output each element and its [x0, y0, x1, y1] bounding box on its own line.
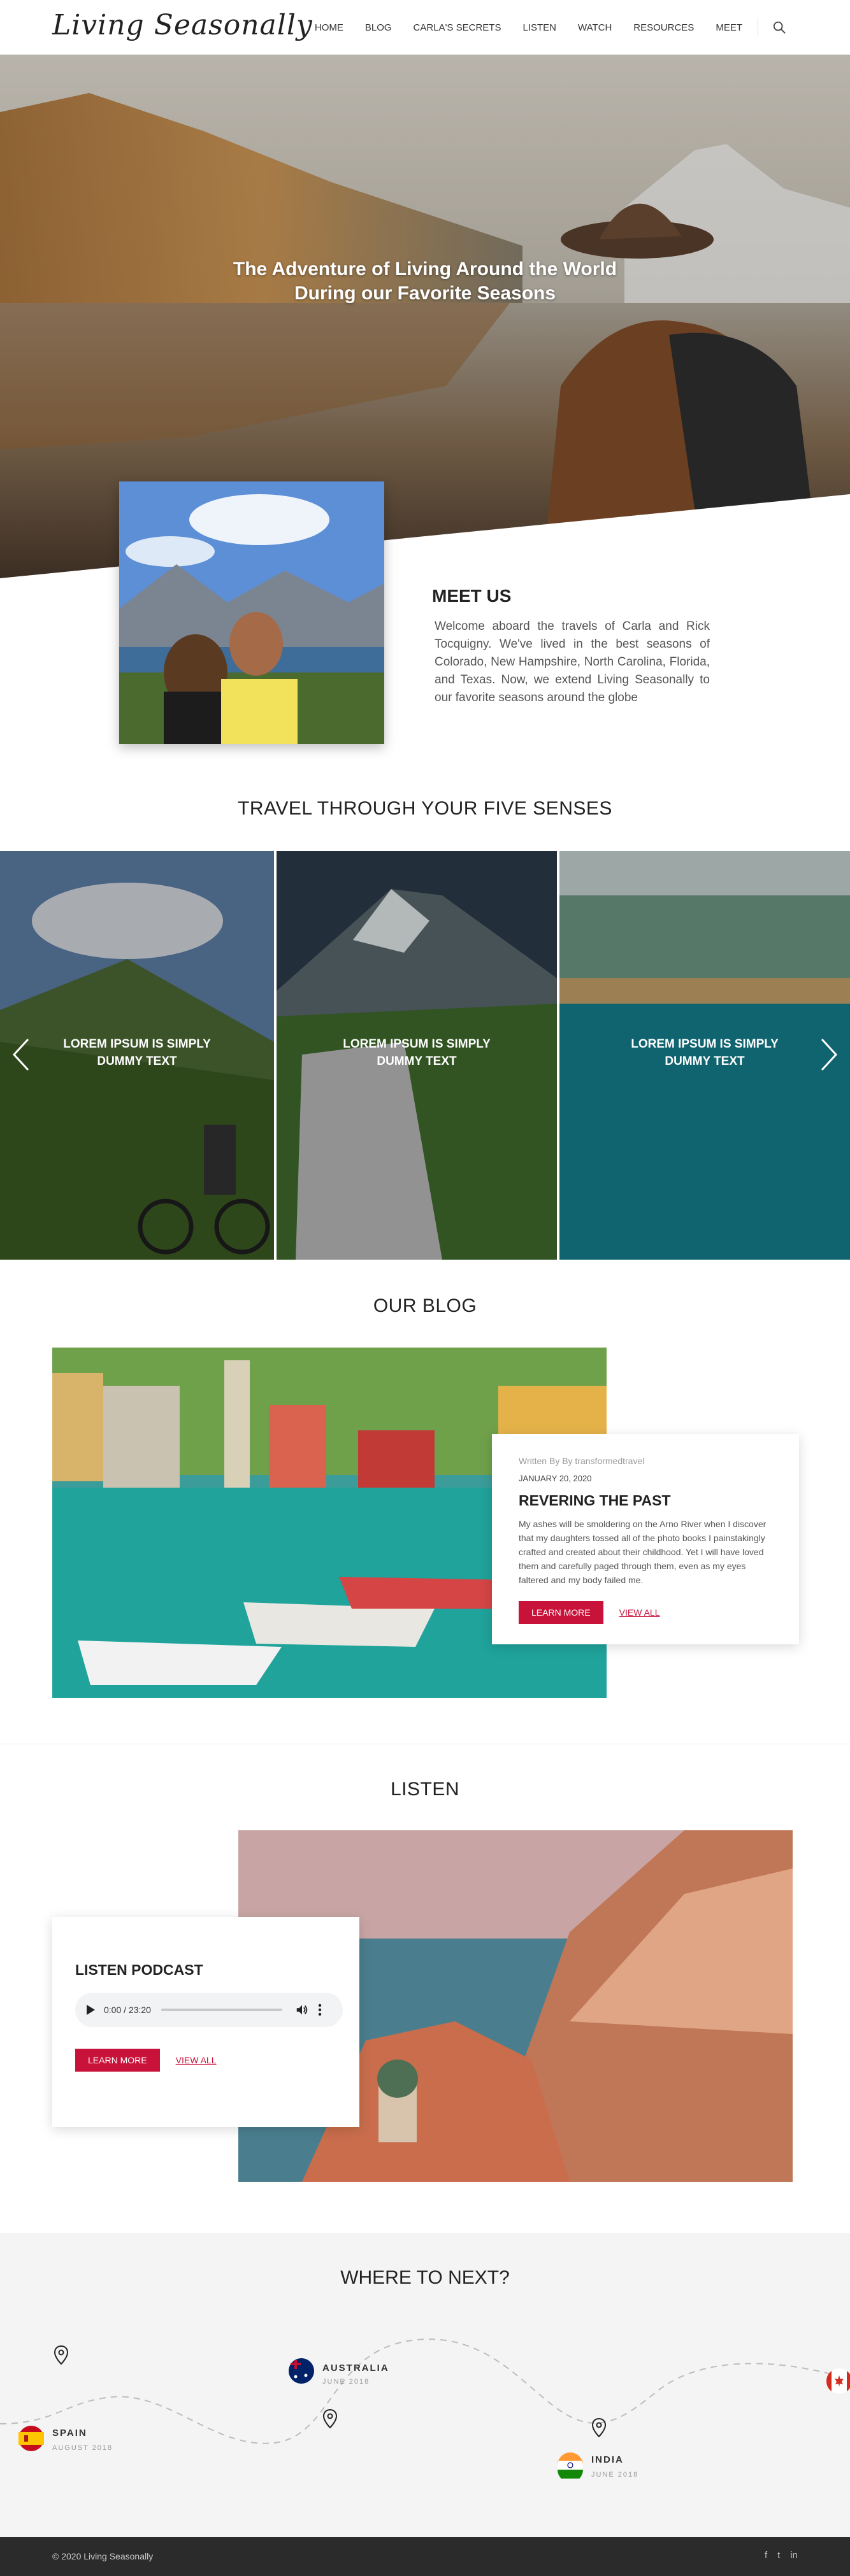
audio-progress-bar[interactable]	[161, 2009, 282, 2011]
site-logo[interactable]: Living Seasonally	[52, 9, 313, 41]
blog-post-title[interactable]: REVERING THE PAST	[519, 1492, 772, 1509]
australia-flag-icon	[289, 2358, 314, 2384]
canada-flag-icon	[826, 2368, 850, 2394]
facebook-icon[interactable]: f	[765, 2550, 767, 2561]
volume-icon[interactable]	[295, 2003, 309, 2017]
senses-slider: LOREM IPSUM IS SIMPLY DUMMY TEXT LOREM I…	[0, 851, 850, 1260]
destination-date: AUGUST 2018	[52, 2444, 113, 2452]
slide-caption-line2: DUMMY TEXT	[97, 1055, 177, 1068]
blog-view-all-link[interactable]: VIEW ALL	[619, 1607, 660, 1618]
main-nav: HOME BLOG CARLA'S SECRETS LISTEN WATCH R…	[293, 0, 786, 55]
twitter-icon[interactable]: t	[777, 2550, 780, 2561]
podcast-title: LISTEN PODCAST	[75, 1961, 203, 1978]
slide-caption: LOREM IPSUM IS SIMPLY DUMMY TEXT	[0, 1035, 274, 1070]
map-pin-icon[interactable]	[322, 2409, 338, 2429]
more-options-icon[interactable]	[318, 2003, 322, 2017]
site-header: Living Seasonally HOME BLOG CARLA'S SECR…	[0, 0, 850, 55]
nav-meet[interactable]: MEET	[716, 22, 742, 33]
listen-view-all-link[interactable]: VIEW ALL	[176, 2055, 217, 2065]
nav-watch[interactable]: WATCH	[578, 22, 612, 33]
destination-name: INDIA	[591, 2454, 624, 2465]
blog-learn-more-button[interactable]: LEARN MORE	[519, 1601, 603, 1624]
where-to-next-section: WHERE TO NEXT? SPAIN AUGUST 2018 AUSTRAL…	[0, 2233, 850, 2537]
nav-blog[interactable]: BLOG	[365, 22, 392, 33]
play-icon[interactable]	[87, 2005, 95, 2015]
map-pin-icon[interactable]	[591, 2417, 607, 2438]
travel-route	[0, 2338, 850, 2444]
listen-learn-more-button[interactable]: LEARN MORE	[75, 2049, 160, 2072]
slide-caption-line2: DUMMY TEXT	[665, 1055, 745, 1068]
site-footer: © 2020 Living Seasonally f t in	[0, 2537, 850, 2576]
blog-excerpt: My ashes will be smoldering on the Arno …	[519, 1519, 767, 1585]
destination-date: JUNE 2018	[591, 2471, 639, 2479]
destination-name: SPAIN	[52, 2428, 87, 2438]
destination-date: JUNE 2018	[322, 2378, 370, 2386]
audio-time: 0:00 / 23:20	[104, 2005, 151, 2015]
spain-flag-icon	[18, 2426, 44, 2451]
meet-us-heading: MEET US	[432, 586, 512, 606]
linkedin-icon[interactable]: in	[790, 2550, 798, 2561]
destination-name: AUSTRALIA	[322, 2363, 389, 2373]
slide-caption-line1: LOREM IPSUM IS SIMPLY	[631, 1037, 779, 1051]
slide-item[interactable]: LOREM IPSUM IS SIMPLY DUMMY TEXT	[559, 851, 850, 1260]
senses-title: TRAVEL THROUGH YOUR FIVE SENSES	[238, 798, 612, 819]
nav-home[interactable]: HOME	[315, 22, 343, 33]
india-flag-icon	[558, 2452, 583, 2479]
slide-caption: LOREM IPSUM IS SIMPLY DUMMY TEXT	[559, 1035, 850, 1070]
blog-actions: LEARN MORE VIEW ALL	[519, 1601, 772, 1624]
listen-card: LISTEN PODCAST 0:00 / 23:20 LEARN MORE V…	[52, 1917, 359, 2127]
meet-us-photo	[119, 481, 384, 744]
listen-title: LISTEN	[390, 1779, 460, 1800]
slide-item[interactable]: LOREM IPSUM IS SIMPLY DUMMY TEXT	[0, 851, 274, 1260]
nav-listen[interactable]: LISTEN	[522, 22, 556, 33]
footer-social-links: f t in	[754, 2550, 798, 2561]
hero-title-line2: During our Favorite Seasons	[294, 283, 556, 304]
map-pin-icon[interactable]	[54, 2345, 69, 2365]
nav-carlas-secrets[interactable]: CARLA'S SECRETS	[414, 22, 501, 33]
slide-caption: LOREM IPSUM IS SIMPLY DUMMY TEXT	[277, 1035, 557, 1070]
audio-player: 0:00 / 23:20	[75, 1993, 343, 2027]
meet-us-text: Welcome aboard the travels of Carla and …	[435, 620, 710, 704]
slide-item[interactable]: LOREM IPSUM IS SIMPLY DUMMY TEXT	[277, 851, 557, 1260]
blog-date: JANUARY 20, 2020	[519, 1474, 592, 1483]
slide-caption-line1: LOREM IPSUM IS SIMPLY	[63, 1037, 211, 1051]
search-icon[interactable]	[772, 20, 786, 34]
footer-copyright: © 2020 Living Seasonally	[52, 2551, 154, 2561]
listen-actions: LEARN MORE VIEW ALL	[75, 2049, 336, 2072]
slide-caption-line1: LOREM IPSUM IS SIMPLY	[343, 1037, 491, 1051]
blog-card: Written By By transformedtravel JANUARY …	[492, 1434, 799, 1644]
blog-title: OUR BLOG	[373, 1295, 477, 1316]
hero-title: The Adventure of Living Around the World…	[0, 257, 850, 306]
slider-next-icon[interactable]	[816, 1035, 841, 1074]
slide-caption-line2: DUMMY TEXT	[377, 1055, 457, 1068]
nav-resources[interactable]: RESOURCES	[633, 22, 694, 33]
blog-author: Written By By transformedtravel	[519, 1456, 645, 1466]
hero-title-line1: The Adventure of Living Around the World	[233, 259, 617, 280]
slider-prev-icon[interactable]	[9, 1035, 34, 1074]
